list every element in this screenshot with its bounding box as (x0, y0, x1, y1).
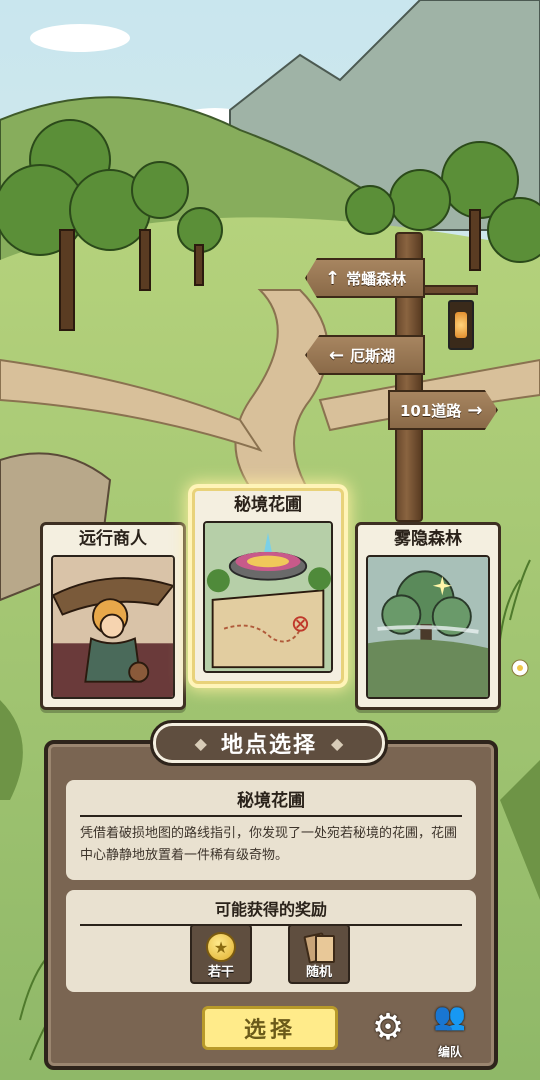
location-card-misty-forest[interactable]: 雾隐森林 (355, 522, 501, 710)
location-name: 秘境花圃 (80, 786, 462, 817)
rewards-box: 可能获得的奖励 ★ 若干 随机 (66, 890, 476, 992)
rewards-title: 可能获得的奖励 (80, 896, 462, 926)
select-button[interactable]: 选择 (202, 1006, 338, 1050)
diamond-icon: ◆ (194, 733, 207, 753)
team-formation-button[interactable]: 👥 编队 (424, 1002, 476, 1060)
location-card-title: 远行商人 (79, 529, 147, 549)
arrow-up-icon: ↑ (325, 267, 341, 289)
settings-gear-icon[interactable]: ⚙ (368, 1008, 408, 1048)
diamond-icon: ◆ (331, 733, 344, 753)
reward-label: 随机 (305, 965, 332, 980)
panel-header: ◆ 地点选择 ◆ (150, 720, 388, 766)
team-icon: 👥 (433, 1002, 467, 1032)
secret-garden-illustration (203, 521, 333, 673)
location-card-title: 雾隐森林 (394, 529, 462, 549)
reward-item-random[interactable]: 随机 (288, 924, 350, 984)
lantern-icon (448, 300, 474, 350)
sign-west: ← 厄斯湖 (305, 335, 425, 375)
location-card-merchant[interactable]: 远行商人 (40, 522, 186, 710)
reward-item-gold[interactable]: ★ 若干 (190, 924, 252, 984)
sign-north: ↑ 常蟠森林 (305, 258, 425, 298)
panel-title: 地点选择 (220, 733, 317, 758)
misty-forest-illustration (366, 555, 490, 699)
sign-east: 101道路 → (388, 390, 498, 430)
sign-label: 厄斯湖 (350, 346, 396, 365)
gold-coin-icon: ★ (206, 932, 236, 962)
sign-label: 常蟠森林 (346, 269, 407, 288)
merchant-illustration (51, 555, 175, 699)
arrow-right-icon: → (467, 399, 483, 421)
location-card-title: 秘境花圃 (234, 495, 302, 515)
location-description-box: 秘境花圃 凭借着破损地图的路线指引，你发现了一处宛若秘境的花圃，花圃中心静静地放… (66, 780, 476, 880)
arrow-left-icon: ← (329, 344, 345, 366)
lantern-arm (420, 285, 478, 295)
location-card-secret-garden[interactable]: 秘境花圃 (192, 488, 344, 684)
team-label: 编队 (437, 1045, 462, 1059)
location-description: 凭借着破损地图的路线指引，你发现了一处宛若秘境的花圃，花圃中心静静地放置着一件稀… (80, 826, 458, 863)
reward-label: 若干 (207, 965, 234, 980)
sign-label: 101道路 (400, 401, 462, 420)
